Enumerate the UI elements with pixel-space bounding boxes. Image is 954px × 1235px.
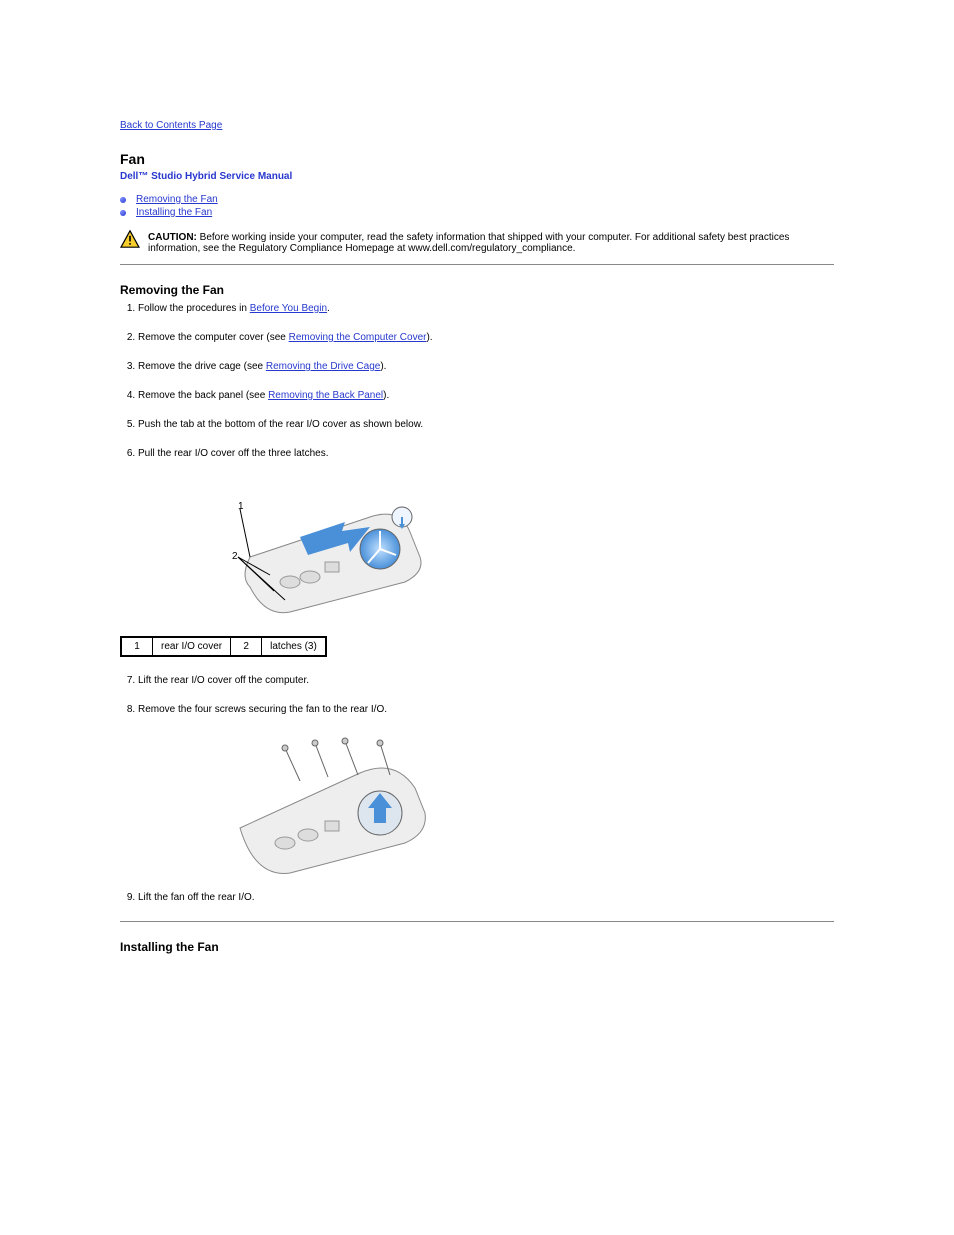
table-cell-num: 2 bbox=[231, 637, 262, 656]
caution-icon bbox=[120, 230, 140, 248]
page-toc: Removing the Fan Installing the Fan bbox=[120, 194, 834, 218]
step-8: Remove the four screws securing the fan … bbox=[138, 704, 834, 715]
figure-2 bbox=[120, 733, 834, 886]
page-title: Fan bbox=[120, 151, 145, 167]
caution-body: Before working inside your computer, rea… bbox=[148, 232, 789, 254]
toc-link-remove[interactable]: Removing the Fan bbox=[136, 194, 218, 205]
figure-1: 1 2 bbox=[120, 477, 834, 630]
step-4: Remove the back panel (see Removing the … bbox=[138, 390, 834, 401]
manual-title: Dell™ Studio Hybrid Service Manual bbox=[120, 171, 834, 182]
bullet-icon bbox=[120, 197, 126, 203]
step-1-pre: Follow the procedures in bbox=[138, 303, 250, 314]
caution-block: CAUTION: Before working inside your comp… bbox=[120, 232, 834, 254]
toc-item-remove[interactable]: Removing the Fan bbox=[120, 194, 834, 205]
remove-steps-cont: Lift the rear I/O cover off the computer… bbox=[120, 675, 834, 715]
page-title-line: Fan bbox=[120, 151, 834, 167]
remove-steps-cont2: Lift the fan off the rear I/O. bbox=[120, 892, 834, 903]
parts-table: 1 rear I/O cover 2 latches (3) bbox=[120, 636, 327, 657]
step-5: Push the tab at the bottom of the rear I… bbox=[138, 419, 834, 430]
step-6: Pull the rear I/O cover off the three la… bbox=[138, 448, 834, 459]
service-manual-page: Back to Contents Page Fan Dell™ Studio H… bbox=[0, 0, 954, 1000]
step-2-pre: Remove the computer cover (see bbox=[138, 332, 289, 343]
section-divider bbox=[120, 921, 834, 922]
link-remove-back-panel[interactable]: Removing the Back Panel bbox=[268, 390, 383, 401]
step-3-pre: Remove the drive cage (see bbox=[138, 361, 266, 372]
caution-label: CAUTION: bbox=[148, 232, 197, 243]
table-cell-num: 1 bbox=[121, 637, 153, 656]
step-7: Lift the rear I/O cover off the computer… bbox=[138, 675, 834, 686]
caution-text: CAUTION: Before working inside your comp… bbox=[148, 232, 834, 254]
step-3-post: ). bbox=[380, 361, 386, 372]
step-1-post: . bbox=[327, 303, 330, 314]
table-row: 1 rear I/O cover 2 latches (3) bbox=[121, 637, 326, 656]
section-divider bbox=[120, 264, 834, 265]
step-9: Lift the fan off the rear I/O. bbox=[138, 892, 834, 903]
toc-link-install[interactable]: Installing the Fan bbox=[136, 207, 212, 218]
table-cell-name: rear I/O cover bbox=[153, 637, 231, 656]
link-before-you-begin[interactable]: Before You Begin bbox=[250, 303, 327, 314]
svg-text:1: 1 bbox=[238, 501, 244, 512]
step-3: Remove the drive cage (see Removing the … bbox=[138, 361, 834, 372]
section-heading-install: Installing the Fan bbox=[120, 940, 834, 954]
table-cell-name: latches (3) bbox=[262, 637, 326, 656]
step-2: Remove the computer cover (see Removing … bbox=[138, 332, 834, 343]
back-to-contents-link[interactable]: Back to Contents Page bbox=[120, 120, 222, 131]
step-4-post: ). bbox=[383, 390, 389, 401]
section-heading-remove: Removing the Fan bbox=[120, 283, 834, 297]
remove-steps: Follow the procedures in Before You Begi… bbox=[120, 303, 834, 459]
step-1: Follow the procedures in Before You Begi… bbox=[138, 303, 834, 314]
link-remove-drive-cage[interactable]: Removing the Drive Cage bbox=[266, 361, 381, 372]
step-4-pre: Remove the back panel (see bbox=[138, 390, 268, 401]
bullet-icon bbox=[120, 210, 126, 216]
link-remove-cover[interactable]: Removing the Computer Cover bbox=[289, 332, 427, 343]
svg-text:2: 2 bbox=[232, 551, 238, 562]
step-2-post: ). bbox=[426, 332, 432, 343]
back-to-contents[interactable]: Back to Contents Page bbox=[120, 120, 834, 131]
toc-item-install[interactable]: Installing the Fan bbox=[120, 207, 834, 218]
